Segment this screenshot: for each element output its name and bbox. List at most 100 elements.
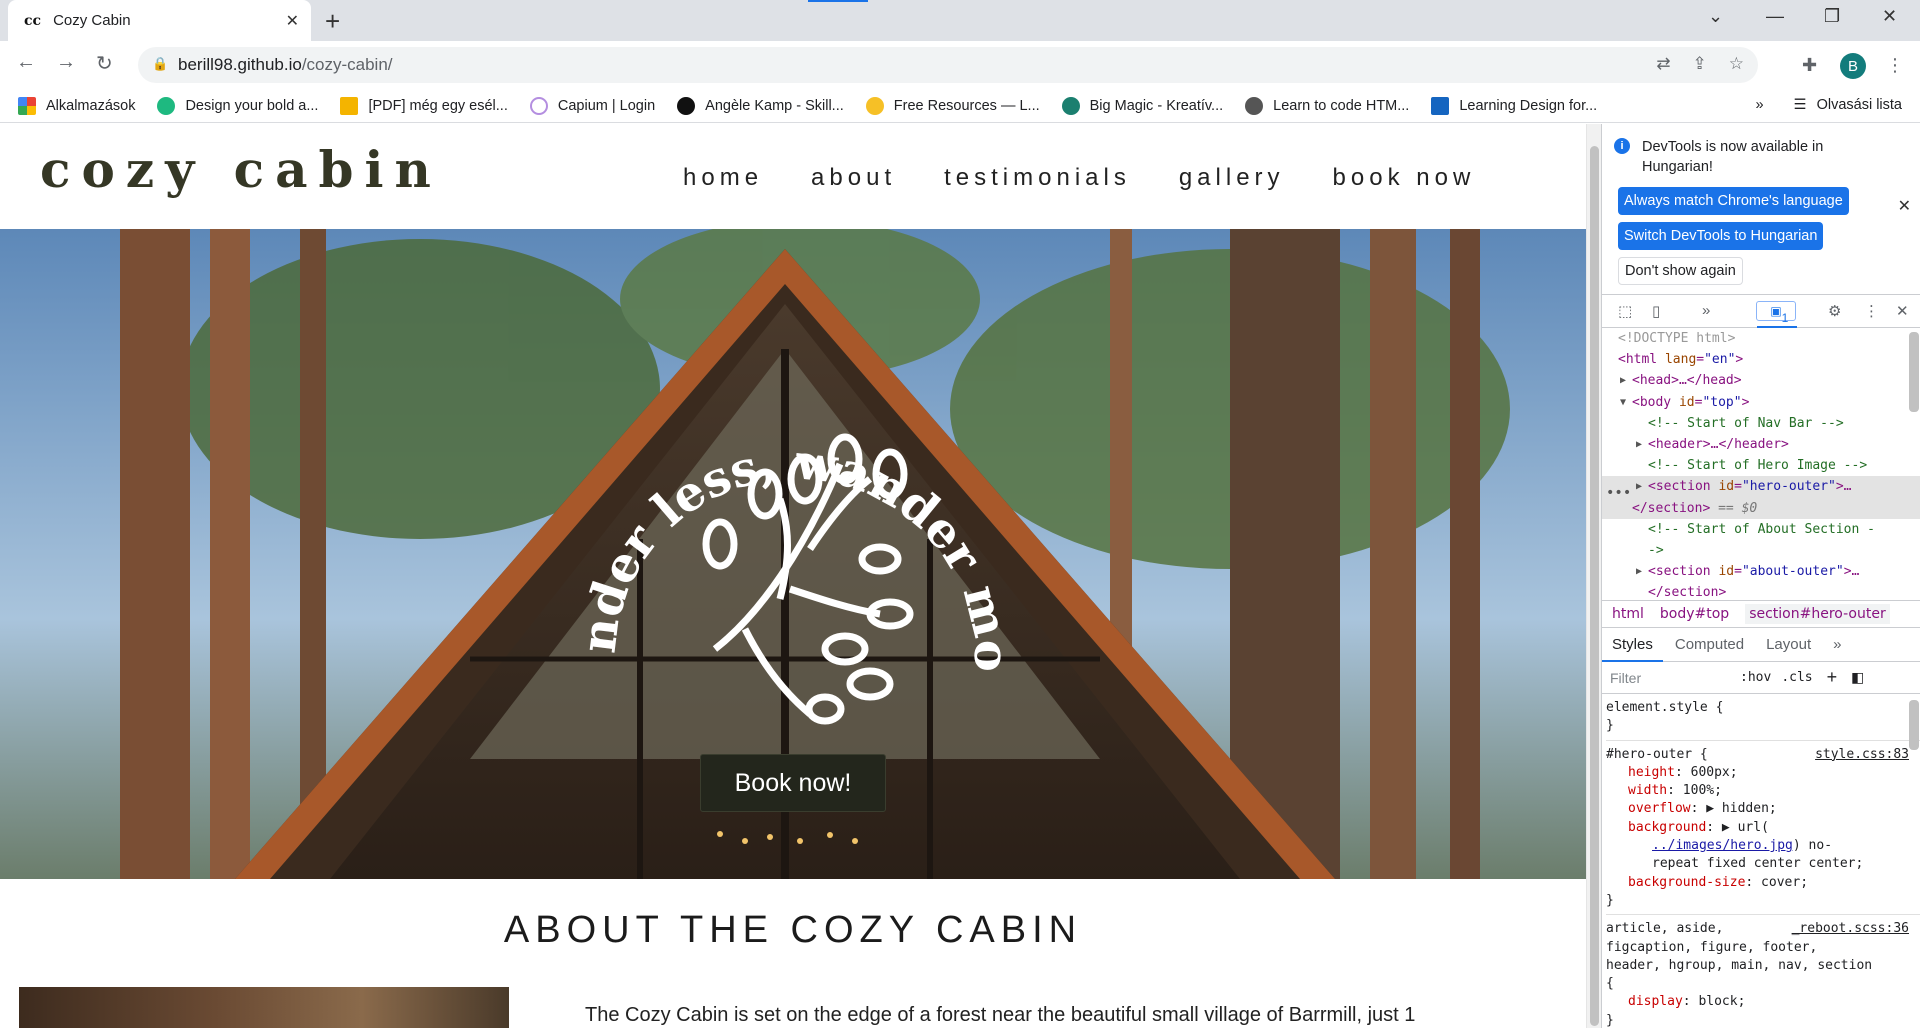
css-property[interactable]: display: block; [1606, 993, 1920, 1011]
bookmark-favicon-icon [1431, 96, 1450, 115]
dom-node[interactable]: <html lang="en"> [1602, 349, 1920, 370]
styles-pane: element.style { } style.css:83 #hero-out… [1602, 694, 1920, 1028]
tab-search-icon[interactable]: ⌄ [1708, 6, 1723, 27]
rule-brace: { [1606, 976, 1614, 992]
tab-layout[interactable]: Layout [1766, 636, 1811, 653]
style-rule: _reboot.scss:36 article, aside, figcapti… [1606, 915, 1920, 1028]
close-window-button[interactable]: ✕ [1882, 6, 1897, 27]
extensions-icon[interactable]: ✚ [1802, 55, 1817, 76]
nav-about[interactable]: about [811, 164, 896, 192]
about-text: The Cozy Cabin is set on the edge of a f… [585, 1004, 1416, 1026]
dom-node[interactable]: <!DOCTYPE html> [1602, 328, 1920, 349]
dom-node-selected[interactable]: ▶ <section id="hero-outer">… [1602, 476, 1920, 498]
rule-source-link[interactable]: style.css:83 [1815, 746, 1909, 764]
more-panels-icon[interactable]: » [1702, 302, 1710, 319]
dom-node[interactable]: <!-- Start of Nav Bar --> [1602, 413, 1920, 434]
bookmarks-bar: Alkalmazások Design your bold a... [PDF]… [0, 89, 1920, 123]
devtools-menu-icon[interactable]: ⋮ [1864, 302, 1879, 320]
scrollbar-thumb[interactable] [1590, 146, 1599, 1026]
hov-toggle[interactable]: :hov [1740, 670, 1771, 685]
apps-grid-icon [18, 96, 36, 115]
reload-icon[interactable]: ↻ [96, 51, 113, 76]
more-tabs-icon[interactable]: » [1833, 636, 1841, 653]
bookmark-star-icon[interactable]: ☆ [1729, 54, 1744, 74]
css-property[interactable]: width: 100%; [1606, 782, 1920, 800]
issues-counter[interactable]: ▣ 1 [1756, 301, 1796, 325]
css-property[interactable]: background-size: cover; [1606, 874, 1920, 892]
toggle-sidebar-icon[interactable]: ◧ [1851, 669, 1864, 686]
address-bar[interactable]: 🔒 berill98.github.io/cozy-cabin/ ⇄ ⇪ ☆ [138, 47, 1758, 83]
book-now-button[interactable]: Book now! [700, 754, 886, 812]
translate-icon[interactable]: ⇄ [1656, 54, 1670, 74]
dom-node[interactable]: <!-- Start of Hero Image --> [1602, 455, 1920, 476]
css-property[interactable]: height: 600px; [1606, 764, 1920, 782]
reading-list-button[interactable]: Olvasási lista [1817, 97, 1902, 113]
site-logo[interactable]: cozy cabin [40, 140, 442, 199]
share-icon[interactable]: ⇪ [1693, 54, 1707, 74]
maximize-button[interactable]: ❐ [1824, 6, 1840, 27]
elements-scrollbar[interactable] [1909, 332, 1919, 412]
browser-toolbar: ← → ↻ 🔒 berill98.github.io/cozy-cabin/ ⇄… [0, 41, 1920, 89]
dom-node[interactable]: ▶ <head>…</head> [1602, 370, 1920, 391]
dom-node[interactable]: -> [1602, 540, 1920, 561]
url-host: berill98.github.io [178, 55, 302, 74]
more-bookmarks-icon[interactable]: » [1756, 97, 1764, 113]
dom-node[interactable]: ▼ <body id="top"> [1602, 392, 1920, 413]
dom-node[interactable]: ▶ <header>…</header> [1602, 434, 1920, 455]
bookmark-item[interactable]: Free Resources — L... [865, 96, 1040, 115]
match-language-button[interactable]: Always match Chrome's language [1618, 187, 1849, 215]
tab-styles[interactable]: Styles [1602, 636, 1663, 662]
device-toggle-icon[interactable]: ▯ [1652, 302, 1660, 320]
bookmark-item[interactable]: Design your bold a... [157, 96, 318, 115]
issues-count: 1 [1781, 311, 1789, 325]
crumb-section[interactable]: section#hero-outer [1745, 604, 1890, 624]
background-url-link[interactable]: ../images/hero.jpg [1652, 838, 1793, 853]
rule-selector-continued: header, hgroup, main, nav, section [1606, 957, 1873, 973]
back-icon[interactable]: ← [16, 51, 36, 74]
bookmark-item[interactable]: Angèle Kamp - Skill... [677, 96, 844, 115]
dont-show-button[interactable]: Don't show again [1618, 257, 1743, 285]
crumb-html[interactable]: html [1612, 606, 1644, 622]
node-actions-icon[interactable]: ••• [1606, 483, 1631, 504]
new-tab-button[interactable]: + [325, 6, 340, 37]
bookmark-item[interactable]: Learn to code HTM... [1245, 96, 1409, 115]
menu-kebab-icon[interactable]: ⋮ [1886, 55, 1904, 76]
cls-toggle[interactable]: .cls [1781, 670, 1812, 685]
switch-language-button[interactable]: Switch DevTools to Hungarian [1618, 222, 1824, 250]
bookmark-item[interactable]: [PDF] még egy esél... [340, 96, 508, 115]
close-banner-icon[interactable]: ✕ [1898, 196, 1911, 216]
nav-home[interactable]: home [683, 164, 763, 192]
nav-book-now[interactable]: book now [1333, 164, 1476, 192]
bookmark-item[interactable]: Alkalmazások [18, 96, 135, 115]
minimize-button[interactable]: — [1766, 6, 1784, 27]
nav-testimonials[interactable]: testimonials [944, 164, 1131, 192]
css-property[interactable]: background: ▶ url( [1606, 819, 1920, 837]
page-scrollbar[interactable] [1586, 124, 1601, 1028]
rule-selector[interactable]: element.style { [1606, 699, 1920, 717]
bookmark-item[interactable]: Big Magic - Kreatív... [1061, 96, 1224, 115]
bookmark-item[interactable]: Learning Design for... [1431, 96, 1597, 115]
dom-node[interactable]: ▶ <section id="about-outer">… [1602, 561, 1920, 582]
dom-node-selected[interactable]: </section> == $0 [1602, 497, 1920, 519]
styles-scrollbar[interactable] [1909, 700, 1919, 750]
dom-node[interactable]: <!-- Start of About Section - [1602, 519, 1920, 540]
close-tab-icon[interactable]: ✕ [286, 11, 299, 31]
rule-source-link[interactable]: _reboot.scss:36 [1792, 920, 1909, 938]
rule-selector-continued: figcaption, figure, footer, [1606, 939, 1818, 955]
settings-gear-icon[interactable]: ⚙ [1828, 302, 1841, 320]
close-devtools-icon[interactable]: ✕ [1896, 302, 1909, 320]
bookmark-label: Big Magic - Kreatív... [1089, 97, 1224, 114]
dom-node[interactable]: </section> [1602, 582, 1920, 600]
crumb-body[interactable]: body#top [1660, 606, 1729, 622]
browser-tab[interactable]: cc Cozy Cabin ✕ [8, 0, 311, 41]
profile-avatar[interactable]: B [1840, 53, 1866, 79]
styles-filter-input[interactable]: Filter [1610, 670, 1730, 686]
forward-icon[interactable]: → [56, 51, 76, 74]
tab-computed[interactable]: Computed [1675, 636, 1744, 653]
nav-gallery[interactable]: gallery [1179, 164, 1285, 192]
new-rule-icon[interactable]: + [1827, 667, 1838, 688]
css-property[interactable]: overflow: ▶ hidden; [1606, 800, 1920, 818]
bookmark-favicon-icon [865, 96, 884, 115]
inspect-icon[interactable]: ⬚ [1618, 302, 1632, 320]
bookmark-item[interactable]: Capium | Login [529, 96, 655, 115]
